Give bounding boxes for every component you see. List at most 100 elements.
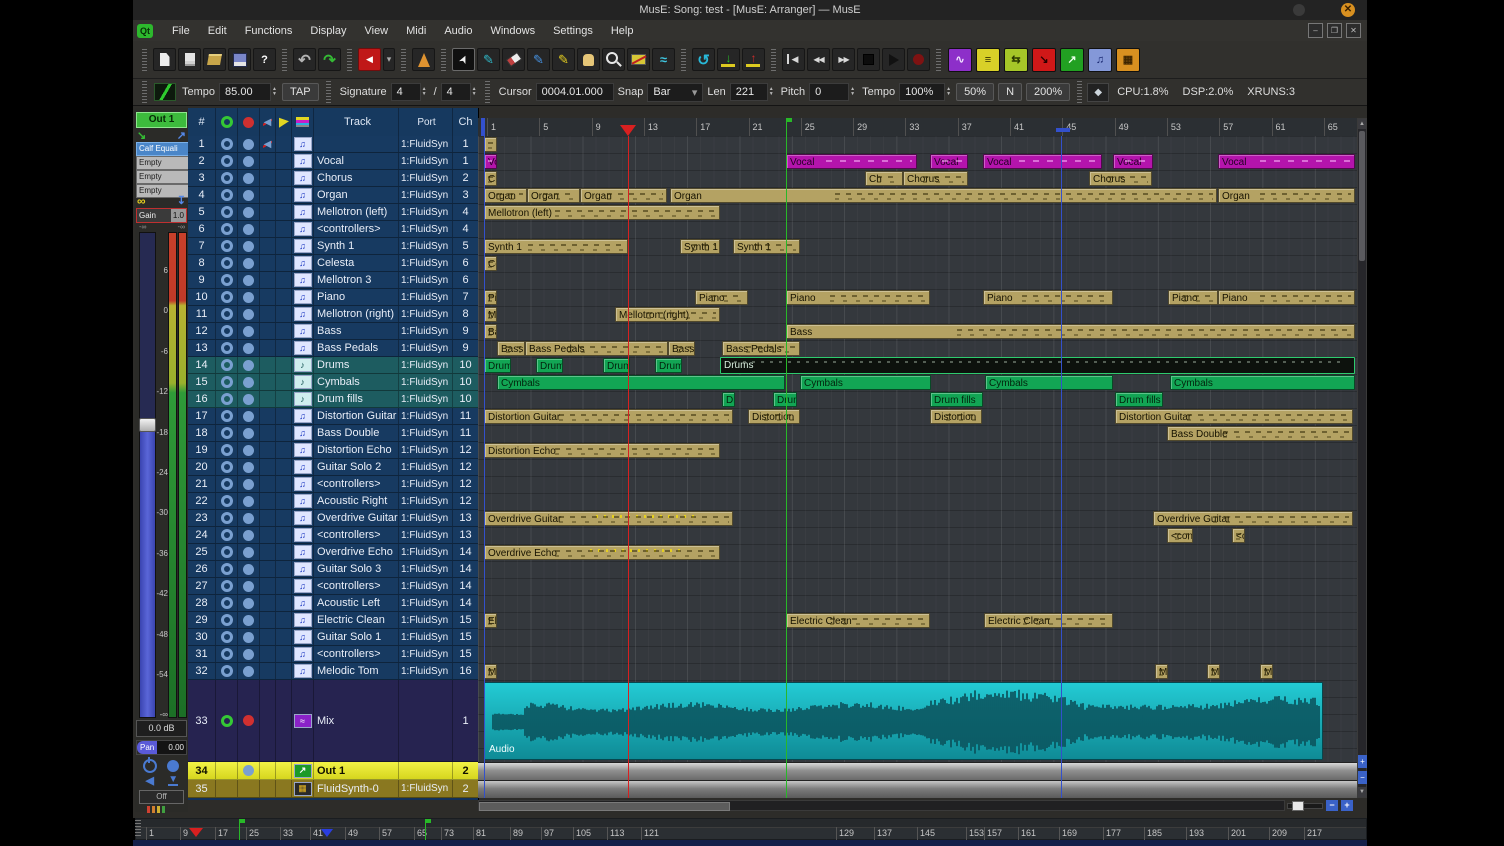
record-arm-icon[interactable]	[216, 408, 238, 424]
part[interactable]: Me	[1155, 664, 1168, 679]
panic-dropdown[interactable]	[383, 48, 395, 71]
part[interactable]: Piano	[695, 290, 748, 305]
mute-icon[interactable]	[260, 493, 276, 509]
loop-flag-cell[interactable]	[276, 780, 292, 797]
track-name[interactable]: Synth 1	[314, 238, 399, 254]
track-channel[interactable]: 6	[453, 272, 478, 288]
track-channel[interactable]: 12	[453, 476, 478, 492]
part[interactable]: Ch	[865, 171, 903, 186]
new-from-template-button[interactable]	[178, 48, 201, 71]
monitor-icon[interactable]	[238, 629, 260, 645]
track-channel[interactable]: 2	[453, 780, 478, 797]
track-name[interactable]: Drum fills	[314, 391, 399, 407]
track-channel[interactable]: 15	[453, 629, 478, 645]
cpu-load-icon[interactable]: ◆	[1087, 83, 1109, 102]
part[interactable]: Mellotron (left)	[484, 205, 720, 220]
track-name[interactable]: FluidSynth-0	[314, 780, 399, 797]
hzoom-slider[interactable]	[1287, 803, 1323, 809]
pencil-tool[interactable]	[477, 48, 500, 71]
mute-icon[interactable]	[260, 510, 276, 526]
track-port[interactable]: 1:FluidSyn	[399, 306, 453, 322]
part[interactable]: Electric Clean	[786, 613, 930, 628]
loop-flag-cell[interactable]	[276, 204, 292, 220]
part[interactable]: Bass Double	[1167, 426, 1353, 441]
track-channel[interactable]: 11	[453, 425, 478, 441]
loop-flag-cell[interactable]	[276, 306, 292, 322]
monitor-icon[interactable]	[238, 306, 260, 322]
monitor-icon[interactable]	[238, 459, 260, 475]
track-name[interactable]	[314, 136, 399, 152]
monitor-icon[interactable]	[238, 476, 260, 492]
monitor-icon[interactable]	[238, 510, 260, 526]
eraser-tool[interactable]	[502, 48, 525, 71]
blue-range-marker[interactable]	[1056, 128, 1070, 132]
track-port[interactable]: 1:FluidSyn	[399, 323, 453, 339]
menu-functions[interactable]: Functions	[236, 23, 302, 39]
seek-start-button[interactable]	[782, 48, 805, 71]
track-row[interactable]: 2♫Vocal1:FluidSyn1	[188, 153, 478, 170]
loop-flag-cell[interactable]	[276, 612, 292, 628]
track-row[interactable]: 25♫Overdrive Echo1:FluidSyn14	[188, 544, 478, 561]
mute-icon[interactable]	[260, 629, 276, 645]
punch-in-button[interactable]	[717, 48, 740, 71]
part[interactable]: Vo	[484, 154, 497, 169]
mute-icon[interactable]	[260, 425, 276, 441]
toolbar-grip[interactable]	[441, 49, 446, 71]
track-channel[interactable]: 9	[453, 340, 478, 356]
track-name[interactable]: Guitar Solo 2	[314, 459, 399, 475]
header-record-icon[interactable]	[216, 108, 238, 136]
record-arm-icon[interactable]	[216, 663, 238, 679]
arranger-canvas[interactable]: VoVocalVocalVocalVocalVocalChChChorusCho…	[478, 136, 1357, 798]
tempo-input[interactable]: 85.00	[219, 83, 271, 101]
tempo-spinner[interactable]: ▲▼	[272, 87, 277, 97]
monitor-icon[interactable]	[238, 374, 260, 390]
record-arm-icon[interactable]	[216, 238, 238, 254]
track-channel[interactable]: 10	[453, 391, 478, 407]
range-tool[interactable]	[552, 48, 575, 71]
loop-flag-cell[interactable]	[276, 272, 292, 288]
mdi-restore-icon[interactable]: ❐	[1327, 23, 1342, 38]
hscroll-thumb[interactable]	[479, 802, 730, 811]
monitor-icon[interactable]	[238, 680, 260, 761]
menu-display[interactable]: Display	[301, 23, 355, 39]
mdi-minimize-icon[interactable]: ‒	[1308, 23, 1323, 38]
track-port[interactable]: 1:FluidSyn	[399, 629, 453, 645]
monitor-icon[interactable]	[238, 170, 260, 186]
record-arm-icon[interactable]	[216, 561, 238, 577]
overview-green-flag[interactable]	[425, 819, 426, 841]
record-arm-icon[interactable]	[216, 425, 238, 441]
loop-flag-cell[interactable]	[276, 289, 292, 305]
mute-icon[interactable]	[260, 646, 276, 662]
part[interactable]: Me	[1260, 664, 1273, 679]
track-name[interactable]: Celesta	[314, 255, 399, 271]
monitor-icon[interactable]	[238, 561, 260, 577]
track-row[interactable]: 16♪Drum fills1:FluidSyn10	[188, 391, 478, 408]
track-channel[interactable]: 13	[453, 510, 478, 526]
track-channel[interactable]: 13	[453, 527, 478, 543]
track-channel[interactable]: 12	[453, 493, 478, 509]
audio-part[interactable]: Audio	[484, 682, 1323, 760]
track-port[interactable]: 1:FluidSyn	[399, 408, 453, 424]
metronome-button[interactable]	[412, 48, 435, 71]
monitor-icon[interactable]	[238, 272, 260, 288]
panic-button[interactable]	[358, 48, 381, 71]
timeline-ruler[interactable]: 1591317212529333741454953576165	[478, 118, 1357, 137]
part[interactable]: Ce	[484, 256, 497, 271]
mute-icon[interactable]	[260, 578, 276, 594]
piano-roll-button[interactable]: ▦	[1116, 48, 1140, 72]
toolbar-grip[interactable]	[282, 49, 287, 71]
pan-control[interactable]: Pan 0.00	[136, 740, 187, 755]
track-row[interactable]: 28♫Acoustic Left1:FluidSyn14	[188, 595, 478, 612]
track-name[interactable]: Bass Pedals	[314, 340, 399, 356]
track-name[interactable]: <controllers>	[314, 578, 399, 594]
track-name[interactable]: Cymbals	[314, 374, 399, 390]
part[interactable]: Synth 1	[484, 239, 628, 254]
monitor-icon[interactable]	[238, 357, 260, 373]
mute-icon[interactable]	[260, 527, 276, 543]
menu-file[interactable]: File	[163, 23, 199, 39]
mute-icon[interactable]	[260, 340, 276, 356]
track-channel[interactable]: 10	[453, 374, 478, 390]
part[interactable]: Drum	[773, 392, 797, 407]
record-arm-icon[interactable]	[216, 170, 238, 186]
track-name[interactable]: Mellotron 3	[314, 272, 399, 288]
